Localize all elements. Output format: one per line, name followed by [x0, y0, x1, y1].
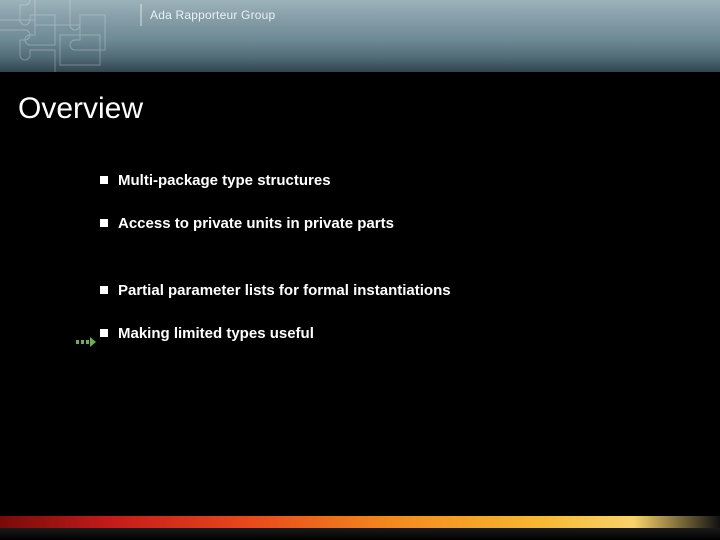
highlight-arrow-icon	[76, 335, 96, 349]
bullet-item: Partial parameter lists for formal insta…	[100, 282, 660, 299]
bullet-item: Making limited types useful	[100, 325, 660, 342]
footer-gradient-bar	[0, 516, 720, 528]
header-divider	[140, 4, 142, 26]
slide-title: Overview	[18, 92, 143, 126]
bullet-item: Multi-package type structures	[100, 172, 660, 189]
header-group-label: Ada Rapporteur Group	[150, 8, 275, 22]
bullet-text: Access to private units in private parts	[118, 215, 394, 232]
bullet-text: Multi-package type structures	[118, 172, 331, 189]
bullet-square-icon	[100, 329, 108, 337]
slide: Ada Rapporteur Group Overview Multi-pack…	[0, 0, 720, 540]
bullet-square-icon	[100, 219, 108, 227]
puzzle-decoration	[0, 0, 170, 72]
bullet-square-icon	[100, 286, 108, 294]
bullet-text: Partial parameter lists for formal insta…	[118, 282, 451, 299]
bullet-text: Making limited types useful	[118, 325, 314, 342]
bullet-square-icon	[100, 176, 108, 184]
footer-shadow	[0, 528, 720, 540]
header-background: Ada Rapporteur Group	[0, 0, 720, 72]
bullet-item: Access to private units in private parts	[100, 215, 660, 232]
bullet-list: Multi-package type structures Access to …	[100, 172, 660, 368]
